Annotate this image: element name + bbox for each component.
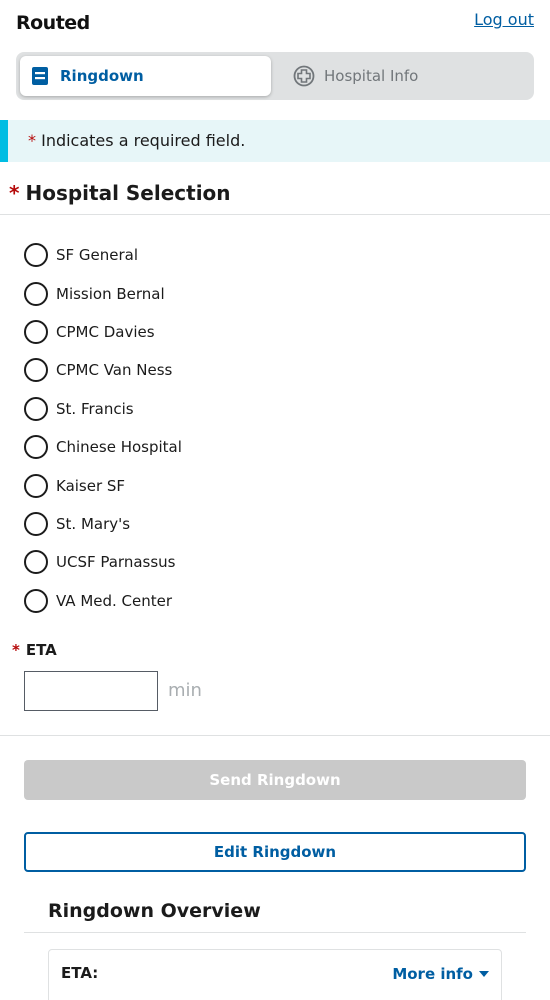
radio-button[interactable]	[24, 396, 48, 421]
radio-button[interactable]	[24, 281, 48, 306]
hospital-radio-group: SF General Mission Bernal CPMC Davies CP…	[24, 236, 524, 620]
tab-hospital-info[interactable]: Hospital Info	[284, 56, 530, 96]
tab-ringdown-label: Ringdown	[60, 67, 144, 85]
send-ringdown-button[interactable]: Send Ringdown	[24, 760, 526, 800]
radio-button[interactable]	[24, 319, 48, 344]
radio-label: St. Mary's	[56, 514, 131, 533]
more-info-label: More info	[392, 965, 473, 983]
ringdown-overview-card: ETA: More info	[48, 949, 502, 1000]
overview-eta-label: ETA:	[61, 964, 99, 982]
radio-button[interactable]	[24, 588, 48, 613]
routed-logo: Routed	[16, 12, 90, 34]
eta-label-text: ETA	[25, 641, 57, 659]
tab-hospital-info-label: Hospital Info	[324, 67, 419, 85]
radio-option[interactable]: CPMC Davies	[24, 313, 524, 351]
divider	[0, 735, 550, 736]
logout-link[interactable]: Log out	[474, 10, 534, 29]
radio-button[interactable]	[24, 511, 48, 536]
radio-button[interactable]	[24, 435, 48, 460]
radio-label: CPMC Davies	[56, 322, 155, 341]
radio-option[interactable]: Mission Bernal	[24, 274, 524, 312]
required-asterisk: *	[9, 181, 20, 205]
radio-option[interactable]: VA Med. Center	[24, 582, 524, 620]
radio-option[interactable]: Kaiser SF	[24, 466, 524, 504]
required-asterisk: *	[12, 641, 20, 659]
required-asterisk: *	[28, 131, 36, 150]
radio-label: CPMC Van Ness	[56, 361, 173, 380]
tab-bar: Ringdown Hospital Info	[16, 52, 534, 100]
caret-down-icon	[479, 971, 489, 977]
hospital-selection-title: Hospital Selection	[25, 181, 231, 205]
edit-ringdown-button[interactable]: Edit Ringdown	[24, 832, 526, 872]
header: Routed Log out	[0, 0, 550, 48]
radio-label: Kaiser SF	[56, 476, 126, 495]
divider	[24, 932, 526, 933]
radio-option[interactable]: Chinese Hospital	[24, 428, 524, 466]
radio-label: Mission Bernal	[56, 284, 165, 303]
hospital-plus-icon	[292, 64, 316, 88]
radio-option[interactable]: SF General	[24, 236, 524, 274]
divider	[0, 214, 550, 215]
radio-button[interactable]	[24, 243, 48, 268]
required-field-alert: * Indicates a required field.	[0, 120, 550, 162]
ringdown-overview-title: Ringdown Overview	[48, 900, 261, 922]
radio-button[interactable]	[24, 473, 48, 498]
radio-option[interactable]: St. Francis	[24, 390, 524, 428]
eta-label: * ETA	[12, 641, 57, 659]
more-info-button[interactable]: More info	[392, 965, 489, 983]
radio-label: Chinese Hospital	[56, 438, 182, 457]
radio-label: UCSF Parnassus	[56, 553, 176, 572]
alert-text: Indicates a required field.	[41, 131, 246, 150]
radio-button[interactable]	[24, 550, 48, 575]
radio-option[interactable]: St. Mary's	[24, 505, 524, 543]
radio-button[interactable]	[24, 358, 48, 383]
clipboard-icon	[28, 64, 52, 88]
tab-ringdown[interactable]: Ringdown	[20, 56, 271, 96]
hospital-selection-legend: * Hospital Selection	[9, 181, 231, 205]
eta-input[interactable]	[24, 671, 158, 711]
eta-unit: min	[168, 680, 202, 701]
radio-option[interactable]: UCSF Parnassus	[24, 543, 524, 581]
radio-label: SF General	[56, 246, 139, 265]
radio-label: VA Med. Center	[56, 591, 173, 610]
radio-label: St. Francis	[56, 399, 134, 418]
radio-option[interactable]: CPMC Van Ness	[24, 351, 524, 389]
